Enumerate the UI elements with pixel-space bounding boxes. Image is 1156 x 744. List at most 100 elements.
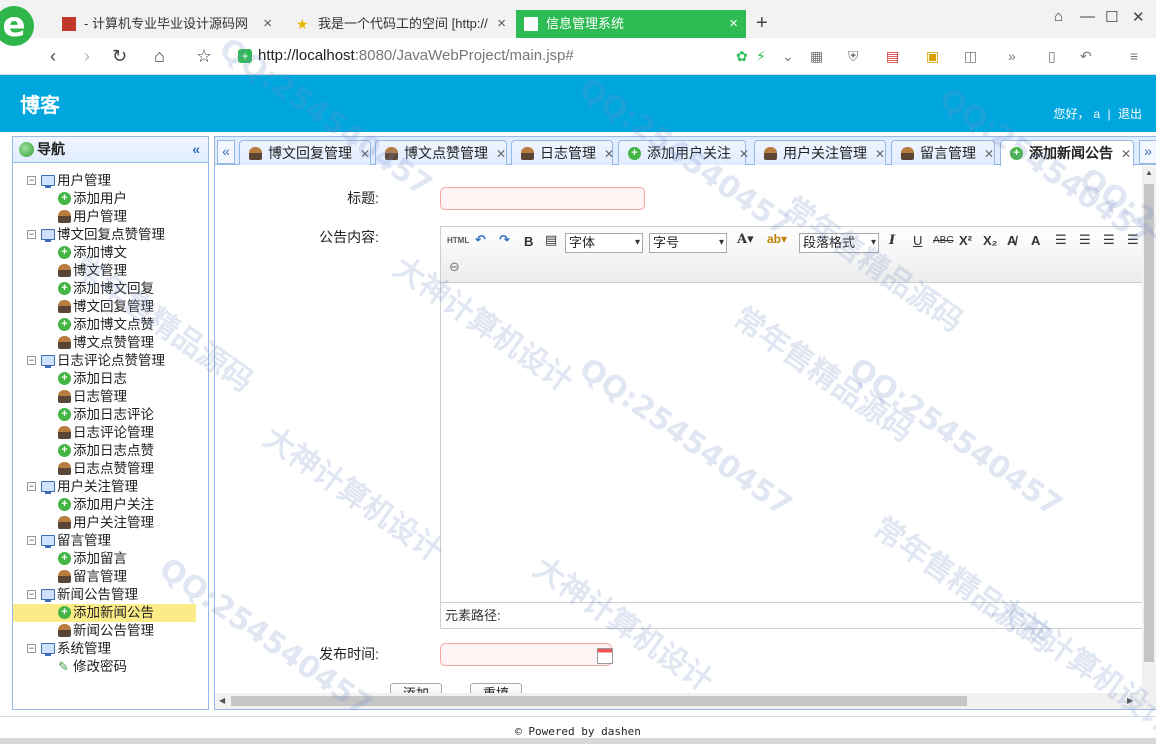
scroll-left-icon[interactable]: ◀ — [219, 696, 225, 705]
nav-group[interactable]: − 留言管理 — [13, 532, 208, 550]
scroll-right-icon[interactable]: ▶ — [1127, 696, 1133, 705]
collapse-toggle-icon[interactable]: − — [27, 176, 36, 185]
close-icon[interactable]: ✕ — [360, 147, 370, 161]
format-painter-icon[interactable]: ▤ — [545, 232, 557, 248]
close-icon[interactable]: ✕ — [875, 147, 885, 161]
page-tab[interactable]: 博文回复管理 ✕ — [239, 140, 371, 165]
publish-time-input[interactable] — [440, 643, 612, 666]
page-tab[interactable]: 留言管理 ✕ — [891, 140, 995, 165]
minimize-button[interactable]: — — [1080, 8, 1095, 25]
nav-item[interactable]: + 添加留言 — [13, 550, 208, 568]
nav-item[interactable]: 用户关注管理 — [13, 514, 208, 532]
nav-group[interactable]: − 新闻公告管理 — [13, 586, 208, 604]
collapse-toggle-icon[interactable]: − — [27, 644, 36, 653]
nav-item[interactable]: 用户管理 — [13, 208, 208, 226]
underline-button[interactable]: U — [913, 233, 922, 248]
close-icon[interactable]: ✕ — [496, 147, 506, 161]
apps-icon[interactable]: ▦ — [810, 48, 823, 65]
nav-item[interactable]: + 添加日志点赞 — [13, 442, 208, 460]
font-family-select[interactable]: 字体 — [565, 233, 643, 253]
bookmark-star-icon[interactable]: ☆ — [196, 46, 212, 67]
skin-icon[interactable]: ⌂ — [1054, 8, 1063, 25]
editor-content-area[interactable] — [441, 283, 1156, 602]
menu-icon[interactable]: ≡ — [1130, 48, 1138, 64]
paragraph-format-select[interactable]: 段落格式 — [799, 233, 879, 253]
page-tab[interactable]: 博文点赞管理 ✕ — [375, 140, 507, 165]
screenshot-icon[interactable]: ◫ — [964, 48, 977, 65]
nav-item[interactable]: 日志评论管理 — [13, 424, 208, 442]
nav-item[interactable]: + 添加用户 — [13, 190, 208, 208]
italic-button[interactable]: I — [889, 233, 895, 248]
strikethrough-button[interactable]: ABC — [933, 235, 954, 246]
close-icon[interactable]: ✕ — [604, 147, 614, 161]
refresh-button[interactable]: ↻ — [112, 46, 127, 67]
subscript-button[interactable]: X₂ — [983, 233, 997, 248]
remove-format-button[interactable]: A — [1031, 233, 1040, 248]
superscript-button[interactable]: X² — [959, 233, 972, 248]
pdf-icon[interactable]: ▤ — [886, 48, 899, 65]
maximize-button[interactable]: ☐ — [1105, 8, 1118, 26]
nav-item[interactable]: 日志管理 — [13, 388, 208, 406]
undo-icon[interactable]: ↶ — [1080, 48, 1092, 65]
nav-item[interactable]: + 添加用户关注 — [13, 496, 208, 514]
undo-icon[interactable]: ↶ — [475, 232, 486, 248]
nav-item[interactable]: + 添加新闻公告 — [13, 604, 196, 622]
font-size-select[interactable]: 字号 — [649, 233, 727, 253]
nav-group[interactable]: − 系统管理 — [13, 640, 208, 658]
logout-link[interactable]: 退出 — [1118, 107, 1142, 121]
extension-icon[interactable]: ✿ — [736, 48, 748, 65]
nav-item[interactable]: 日志点赞管理 — [13, 460, 208, 478]
nav-item[interactable]: + 添加博文点赞 — [13, 316, 208, 334]
bold-button[interactable]: B — [524, 234, 533, 249]
page-tab[interactable]: + 添加新闻公告 ✕ — [1000, 140, 1134, 166]
font-color-button[interactable]: A▾ — [737, 232, 754, 247]
clear-format-button[interactable]: A̸ — [1007, 233, 1016, 248]
align-right-icon[interactable]: ☰ — [1079, 232, 1091, 248]
nav-item[interactable]: 博文回复管理 — [13, 298, 208, 316]
html-source-button[interactable]: HTML — [447, 236, 469, 245]
calendar-icon[interactable] — [597, 648, 613, 664]
browser-tab-3[interactable]: 信息管理系统 × — [516, 10, 746, 38]
nav-item[interactable]: + 添加博文 — [13, 244, 208, 262]
browser-tab-1[interactable]: - 计算机专业毕业设计源码网 × — [54, 10, 280, 38]
highlight-color-button[interactable]: ab▾ — [767, 232, 787, 246]
nav-item[interactable]: 博文点赞管理 — [13, 334, 208, 352]
nav-group[interactable]: − 用户管理 — [13, 172, 208, 190]
redo-icon[interactable]: ↷ — [499, 232, 510, 248]
close-icon[interactable]: × — [729, 10, 738, 38]
nav-item[interactable]: + 添加博文回复 — [13, 280, 208, 298]
nav-item[interactable]: 新闻公告管理 — [13, 622, 208, 640]
page-tab[interactable]: 日志管理 ✕ — [511, 140, 614, 165]
scroll-up-icon[interactable]: ▲ — [1145, 168, 1153, 177]
folder-icon[interactable]: ▣ — [926, 48, 939, 65]
collapse-icon[interactable]: « — [192, 137, 200, 162]
horizontal-scrollbar[interactable]: ◀ ▶ — [215, 693, 1156, 709]
close-icon[interactable]: ✕ — [1121, 147, 1131, 161]
align-center-icon[interactable]: ☰ — [1103, 232, 1115, 248]
horizontal-scroll-thumb[interactable] — [231, 696, 967, 706]
page-tab[interactable]: 用户关注管理 ✕ — [754, 140, 886, 165]
collapse-toggle-icon[interactable]: − — [27, 590, 36, 599]
close-icon[interactable]: × — [497, 10, 506, 38]
nav-group[interactable]: − 日志评论点赞管理 — [13, 352, 208, 370]
shield-icon[interactable]: ⛨ — [848, 48, 859, 65]
close-icon[interactable]: ✕ — [984, 147, 994, 161]
home-button[interactable]: ⌂ — [154, 46, 165, 67]
align-left-icon[interactable]: ☰ — [1055, 232, 1067, 248]
title-input[interactable] — [440, 187, 645, 210]
nav-group[interactable]: − 博文回复点赞管理 — [13, 226, 208, 244]
nav-item[interactable]: ✎ 修改密码 — [13, 658, 208, 676]
vertical-scrollbar[interactable]: ▲ — [1142, 166, 1156, 696]
browser-tab-2[interactable]: ★ 我是一个代码工的空间 [http:// × — [288, 10, 514, 38]
close-icon[interactable]: ✕ — [739, 147, 749, 161]
tabs-scroll-left-button[interactable]: « — [217, 140, 235, 164]
nav-item[interactable]: + 添加日志评论 — [13, 406, 208, 424]
page-tab[interactable]: + 添加用户关注 ✕ — [618, 140, 749, 165]
collapse-toggle-icon[interactable]: − — [27, 536, 36, 545]
lightning-icon[interactable]: ⚡ — [756, 48, 766, 65]
new-tab-button[interactable]: + — [756, 12, 768, 35]
forward-button[interactable]: › — [84, 46, 90, 67]
collapse-toggle-icon[interactable]: − — [27, 230, 36, 239]
link-icon[interactable]: ⊖ — [449, 259, 460, 275]
back-button[interactable]: ‹ — [50, 46, 56, 67]
